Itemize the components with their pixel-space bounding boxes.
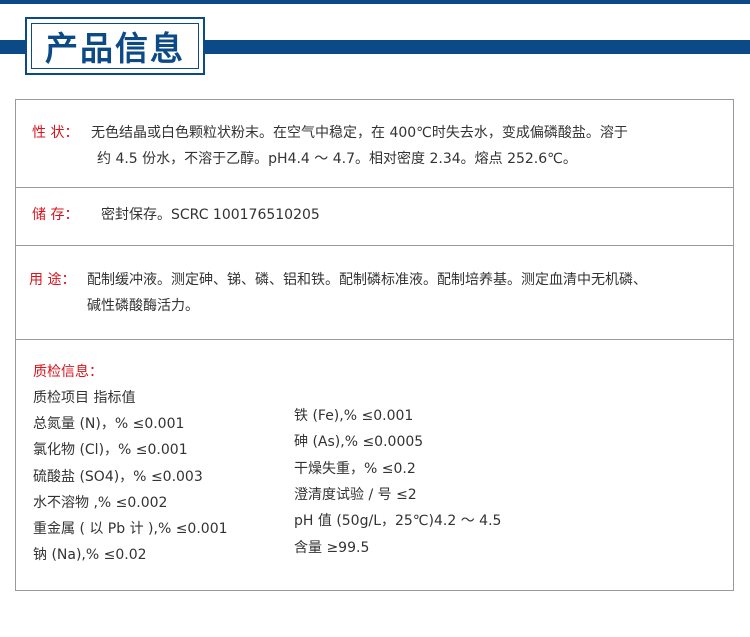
title-inner-frame: 产品信息 <box>31 23 199 69</box>
qc-left-item: 钠 (Na),% ≤0.02 <box>33 547 147 563</box>
properties-label: 性 状： <box>32 125 79 141</box>
qc-left-item: 水不溶物 ,% ≤0.002 <box>33 495 168 511</box>
product-info-table: 性 状： 无色结晶或白色颗粒状粉末。在空气中稳定，在 400℃时失去水，变成偏磷… <box>15 99 734 591</box>
qc-right-item: 干燥失重，% ≤0.2 <box>294 461 416 477</box>
qc-right-item: 澄清度试验 / 号 ≤2 <box>294 487 417 503</box>
usage-text-line1: 配制缓冲液。测定砷、锑、磷、铝和铁。配制磷标准液。配制培养基。测定血清中无机磷、 <box>87 272 647 288</box>
row-storage: 储 存： 密封保存。SCRC 100176510205 <box>16 188 733 246</box>
title-box: 产品信息 <box>25 17 205 75</box>
qc-left-item: 重金属 ( 以 Pb 计 ),% ≤0.001 <box>33 521 228 537</box>
usage-label: 用 途： <box>29 272 76 288</box>
qc-left-item: 硫酸盐 (SO4)，% ≤0.003 <box>33 469 203 485</box>
page-title: 产品信息 <box>45 29 185 68</box>
qc-title: 质检信息： <box>33 364 103 380</box>
qc-left-item: 氯化物 (Cl)，% ≤0.001 <box>33 442 188 458</box>
qc-header: 质检项目 指标值 <box>33 390 136 406</box>
qc-right-item: 铁 (Fe),% ≤0.001 <box>294 408 414 424</box>
row-quality-check: 质检信息： 质检项目 指标值 总氮量 (N)，% ≤0.001 氯化物 (Cl)… <box>16 340 733 590</box>
qc-right-item: 含量 ≥99.5 <box>294 540 370 556</box>
top-accent-bar <box>0 0 750 4</box>
qc-right-item: 砷 (As),% ≤0.0005 <box>294 434 424 450</box>
storage-text: 密封保存。SCRC 100176510205 <box>101 207 320 223</box>
row-usage: 用 途： 配制缓冲液。测定砷、锑、磷、铝和铁。配制磷标准液。配制培养基。测定血清… <box>16 246 733 340</box>
usage-text-line2: 碱性磷酸酶活力。 <box>87 298 199 314</box>
properties-text-line1: 无色结晶或白色颗粒状粉末。在空气中稳定，在 400℃时失去水，变成偏磷酸盐。溶于 <box>91 125 628 141</box>
properties-text-line2: 约 4.5 份水，不溶于乙醇。pH4.4 ～ 4.7。相对密度 2.34。熔点 … <box>97 151 577 167</box>
storage-label: 储 存： <box>32 207 79 223</box>
row-properties: 性 状： 无色结晶或白色颗粒状粉末。在空气中稳定，在 400℃时失去水，变成偏磷… <box>16 100 733 188</box>
qc-left-item: 总氮量 (N)，% ≤0.001 <box>33 416 185 432</box>
qc-right-item: pH 值 (50g/L，25℃)4.2 ～ 4.5 <box>294 513 502 529</box>
